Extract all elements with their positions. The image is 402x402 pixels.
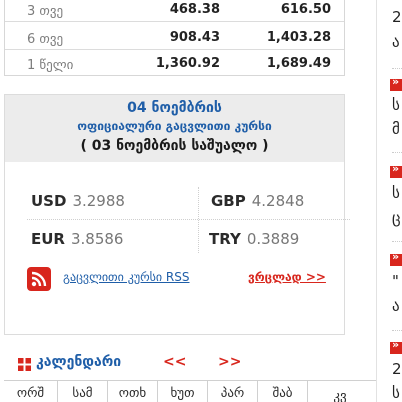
rate-row: 3 თვე 468.38 616.50	[5, 0, 344, 22]
currency-gbp: GBP 4.2848	[211, 192, 304, 210]
news-text: ს	[392, 184, 400, 202]
column-divider	[376, 0, 377, 402]
currency-code: GBP	[211, 192, 246, 210]
currency-eur: EUR 3.8586	[31, 230, 123, 248]
news-text: ს	[392, 96, 400, 114]
arrow-bullet-icon	[390, 338, 402, 354]
rss-icon[interactable]	[27, 267, 51, 291]
news-text: ა	[392, 297, 400, 315]
rates-header: 04 ნოემბრის ოფიციალური გაცვლითი კურსი ( …	[5, 95, 344, 162]
news-item[interactable]: ს ც	[390, 162, 402, 227]
news-separator	[392, 68, 402, 69]
currency-value: 4.2848	[251, 192, 305, 210]
weekday-header: ხუთ	[158, 381, 208, 402]
rate-period: 6 თვე	[27, 32, 64, 47]
rate-row: 6 თვე 908.43 1,403.28	[5, 26, 344, 50]
news-separator	[392, 152, 402, 153]
rates-average-note: ( 03 ნოემბრის საშუალო )	[80, 138, 269, 154]
rate-table: 3 თვე 468.38 616.50 6 თვე 908.43 1,403.2…	[4, 0, 345, 76]
rate-value-b: 616.50	[280, 2, 331, 17]
arrow-bullet-icon	[390, 162, 402, 178]
rate-value-b: 1,403.28	[266, 30, 331, 45]
calendar-next-button[interactable]: >>	[218, 354, 241, 370]
currency-value: 3.2988	[72, 192, 125, 210]
currency-value: 0.3889	[246, 230, 300, 248]
news-item[interactable]: 2 ა	[390, 0, 402, 60]
rate-period: 1 წელი	[27, 58, 74, 73]
arrow-bullet-icon	[390, 75, 402, 91]
weekday-header: შაბ	[258, 381, 308, 402]
rate-period: 3 თვე	[27, 4, 64, 19]
rate-value-a: 1,360.92	[155, 56, 220, 71]
news-item[interactable]: ს მ	[390, 75, 402, 139]
rates-divider-vertical	[198, 187, 199, 253]
currency-try: TRY 0.3889	[209, 230, 299, 248]
news-text: "	[392, 272, 399, 290]
arrow-bullet-icon	[390, 250, 402, 266]
rate-row: 1 წელი 1,360.92 1,689.49	[5, 51, 344, 75]
currency-code: EUR	[31, 230, 65, 248]
calendar-prev-button[interactable]: <<	[163, 354, 186, 370]
news-text: 2	[392, 8, 402, 26]
news-separator	[392, 241, 402, 242]
rates-date: 04 ნოემბრის	[127, 100, 222, 116]
news-text: 2	[392, 360, 402, 378]
calendar-weekday-row: ორშ სამ ოთხ ხუთ პარ შაბ კვ	[4, 380, 376, 402]
rate-value-b: 1,689.49	[266, 56, 331, 71]
news-separator	[392, 330, 402, 331]
rates-subtitle: ოფიციალური გაცვლითი კურსი	[77, 119, 272, 133]
calendar-grid-icon	[18, 356, 31, 371]
weekday-header: ოთხ	[108, 381, 158, 402]
news-item[interactable]: 2 ს	[390, 338, 402, 402]
rates-divider-horizontal	[27, 219, 350, 220]
news-text: ა	[392, 33, 400, 51]
news-text: ც	[392, 209, 401, 227]
news-text: ს	[392, 384, 400, 402]
rate-value-a: 908.43	[169, 30, 220, 45]
rate-value-a: 468.38	[169, 2, 220, 17]
weekday-header: ორშ	[4, 381, 58, 402]
official-rates-panel: 04 ნოემბრის ოფიციალური გაცვლითი კურსი ( …	[4, 94, 350, 335]
weekday-header: სამ	[58, 381, 108, 402]
news-item[interactable]: " ა	[390, 250, 402, 315]
news-text: მ	[392, 120, 400, 138]
weekday-header: კვ	[333, 389, 347, 402]
rss-link[interactable]: გაცვლითი კურსი RSS	[63, 270, 190, 284]
calendar-title: კალენდარი	[36, 354, 122, 370]
currency-usd: USD 3.2988	[31, 192, 125, 210]
weekday-header: პარ	[208, 381, 258, 402]
more-link[interactable]: ვრცლად >>	[248, 270, 326, 284]
currency-value: 3.8586	[70, 230, 124, 248]
currency-code: TRY	[209, 230, 241, 248]
currency-code: USD	[31, 192, 67, 210]
